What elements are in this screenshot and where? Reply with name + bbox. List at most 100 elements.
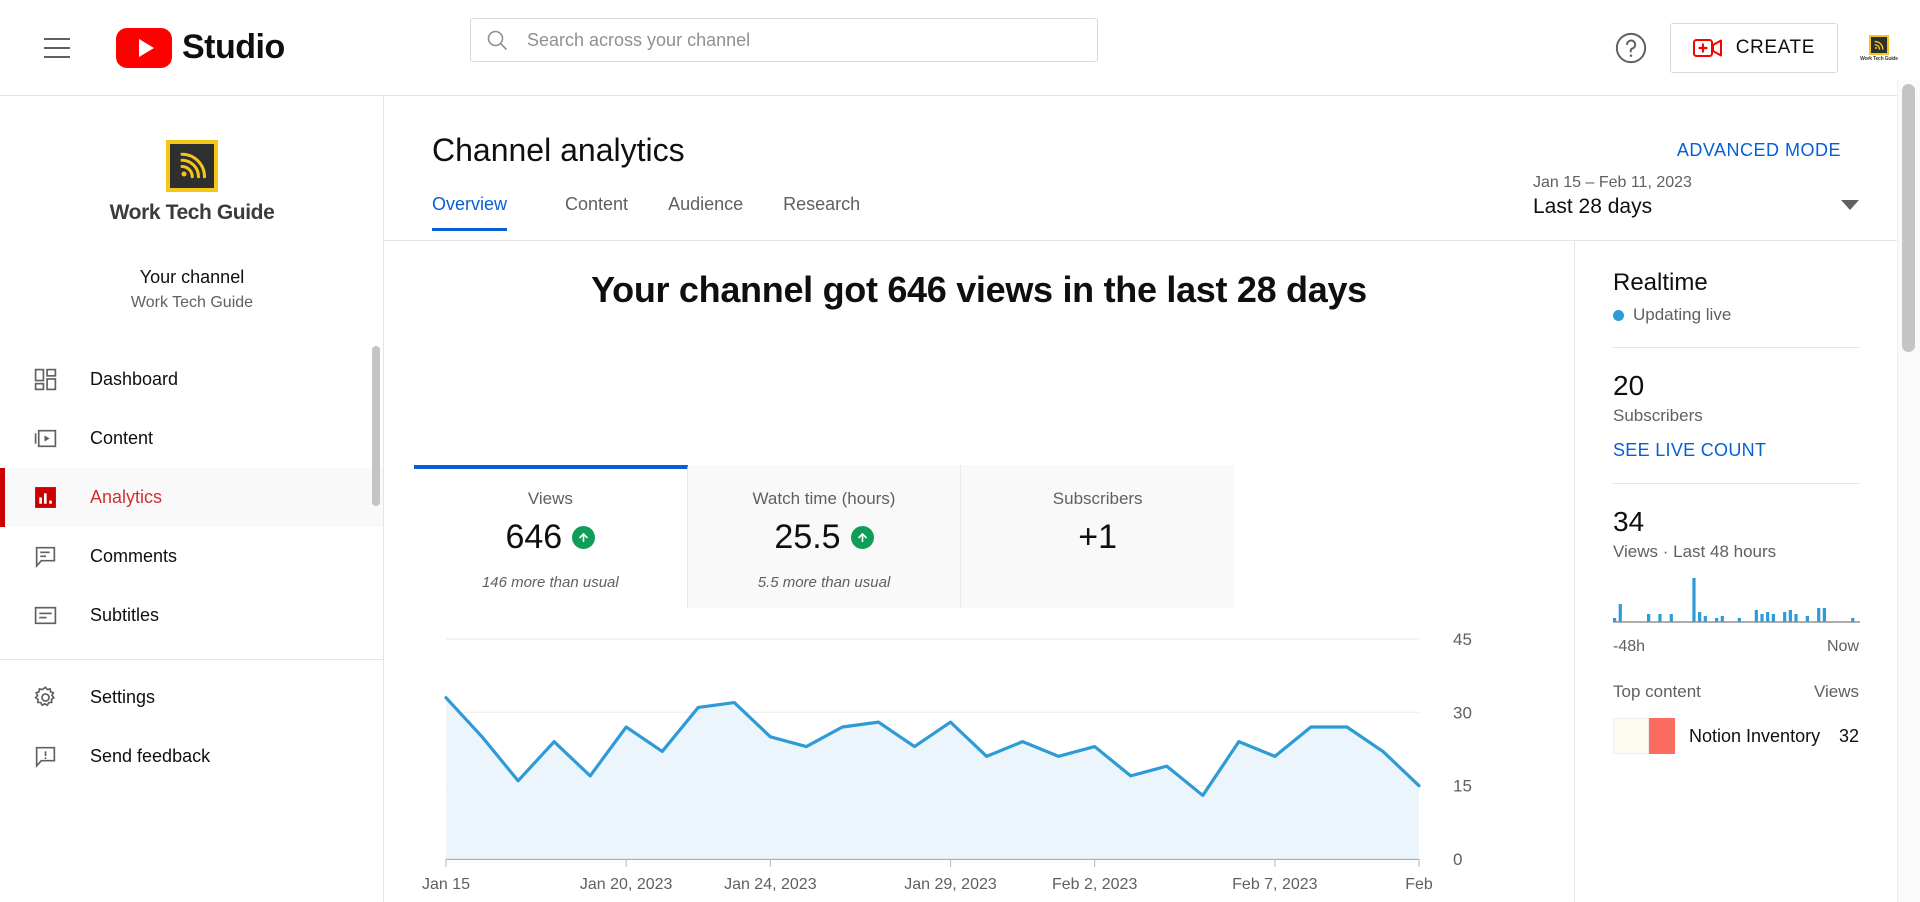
sidebar-item-subtitles[interactable]: Subtitles bbox=[0, 586, 383, 645]
top-bar-actions: CREATE Work Tech Guide bbox=[1614, 0, 1898, 96]
search-container bbox=[470, 18, 1098, 62]
metric-label: Subscribers bbox=[1052, 489, 1143, 508]
svg-text:Jan 24, 2023: Jan 24, 2023 bbox=[724, 876, 817, 893]
divider bbox=[1613, 483, 1859, 484]
video-plus-icon bbox=[1692, 39, 1722, 57]
trend-up-icon bbox=[850, 526, 874, 549]
sidebar-divider bbox=[0, 659, 383, 660]
sidebar: Work Tech Guide Your channel Work Tech G… bbox=[0, 96, 384, 902]
top-content-header: Top content Views bbox=[1613, 682, 1859, 702]
youtube-play-icon bbox=[116, 27, 172, 68]
headline: Your channel got 646 views in the last 2… bbox=[591, 269, 1367, 310]
realtime-views-label: Views · Last 48 hours bbox=[1613, 542, 1777, 561]
search-box[interactable] bbox=[470, 18, 1098, 62]
sidebar-item-label: Content bbox=[90, 428, 154, 448]
tab-content[interactable]: Content bbox=[545, 194, 648, 231]
main-content: Channel analytics ADVANCED MODE Jan 15 –… bbox=[384, 96, 1897, 902]
svg-text:30: 30 bbox=[1453, 703, 1472, 722]
tab-research[interactable]: Research bbox=[763, 194, 880, 231]
svg-text:Feb: Feb bbox=[1405, 876, 1433, 893]
video-views: 32 bbox=[1838, 725, 1859, 746]
create-button[interactable]: CREATE bbox=[1669, 23, 1838, 73]
top-content-label: Top content bbox=[1613, 682, 1701, 701]
live-dot-icon bbox=[1613, 309, 1624, 321]
channel-avatar-icon bbox=[166, 140, 218, 192]
realtime-subscriber-label: Subscribers bbox=[1613, 406, 1703, 425]
tab-audience[interactable]: Audience bbox=[648, 194, 763, 231]
svg-text:Feb 7, 2023: Feb 7, 2023 bbox=[1232, 876, 1318, 893]
svg-text:15: 15 bbox=[1453, 777, 1472, 796]
metric-value: 25.5 bbox=[774, 518, 841, 556]
subtitles-icon bbox=[30, 601, 60, 631]
sidebar-item-content[interactable]: Content bbox=[0, 409, 383, 468]
see-live-count-link[interactable]: SEE LIVE COUNT bbox=[1613, 440, 1859, 461]
svg-text:Feb 2, 2023: Feb 2, 2023 bbox=[1052, 876, 1138, 893]
top-content-row[interactable]: Notion Inventory M 32 bbox=[1613, 718, 1859, 754]
realtime-views-count: 34 bbox=[1613, 506, 1645, 537]
metric-card-views[interactable]: Views 646 146 more than usual bbox=[414, 465, 688, 608]
content-video-icon bbox=[30, 424, 60, 454]
overview-panel: Your channel got 646 views in the last 2… bbox=[384, 241, 1574, 902]
metric-cards: Views 646 146 more than usual Watch time… bbox=[414, 465, 1235, 608]
avatar-name: Work Tech Guide bbox=[1860, 55, 1898, 62]
metric-value-row: 646 bbox=[505, 518, 596, 557]
sidebar-item-label: Analytics bbox=[90, 487, 163, 507]
search-input[interactable] bbox=[527, 29, 1083, 51]
create-button-label: CREATE bbox=[1735, 37, 1815, 58]
sidebar-item-label: Settings bbox=[90, 687, 156, 707]
svg-text:Jan 20, 2023: Jan 20, 2023 bbox=[580, 876, 673, 893]
sidebar-scrollbar[interactable] bbox=[372, 346, 380, 506]
hamburger-menu-icon[interactable] bbox=[34, 25, 80, 71]
brand-label: Studio bbox=[182, 28, 285, 66]
sidebar-item-comments[interactable]: Comments bbox=[0, 527, 383, 586]
sidebar-item-dashboard[interactable]: Dashboard bbox=[0, 350, 383, 409]
metric-card-watch-time[interactable]: Watch time (hours) 25.5 5.5 more than us… bbox=[687, 465, 962, 608]
sparkline-axis-labels: -48h Now bbox=[1613, 638, 1859, 656]
chevron-down-icon bbox=[1841, 200, 1859, 210]
sidebar-item-label: Send feedback bbox=[90, 746, 211, 766]
svg-text:0: 0 bbox=[1453, 850, 1462, 869]
realtime-sparkline[interactable]: -48h Now bbox=[1613, 574, 1860, 656]
metric-note: 5.5 more than usual bbox=[757, 574, 891, 591]
sidebar-nav: Dashboard Content Analytics Comments Sub… bbox=[0, 350, 383, 786]
search-icon bbox=[487, 30, 508, 51]
advanced-mode-link[interactable]: ADVANCED MODE bbox=[1677, 140, 1841, 161]
analytics-tabs: Overview Content Audience Research bbox=[432, 194, 880, 231]
svg-text:Jan 29, 2023: Jan 29, 2023 bbox=[904, 876, 997, 893]
sparkline-start-label: -48h bbox=[1613, 638, 1646, 655]
metric-label: Views bbox=[527, 489, 573, 508]
video-thumbnail bbox=[1613, 718, 1675, 754]
svg-text:45: 45 bbox=[1453, 631, 1472, 649]
sidebar-item-label: Dashboard bbox=[90, 369, 179, 389]
sidebar-item-label: Comments bbox=[90, 546, 178, 566]
studio-logo[interactable]: Studio bbox=[116, 27, 285, 68]
channel-name-label: Work Tech Guide bbox=[130, 294, 254, 311]
your-channel-label: Your channel bbox=[139, 267, 245, 287]
gear-icon bbox=[30, 683, 60, 713]
sidebar-item-settings[interactable]: Settings bbox=[0, 668, 383, 727]
sidebar-item-label: Subtitles bbox=[90, 605, 160, 625]
svg-text:Jan 15: Jan 15 bbox=[422, 876, 470, 893]
help-circle-icon[interactable] bbox=[1614, 31, 1648, 65]
comment-icon bbox=[30, 542, 60, 572]
sidebar-item-send-feedback[interactable]: Send feedback bbox=[0, 727, 383, 786]
metric-card-subscribers[interactable]: Subscribers +1 bbox=[961, 465, 1235, 608]
metric-label: Watch time (hours) bbox=[752, 489, 896, 508]
page-scrollbar-thumb[interactable] bbox=[1902, 84, 1915, 352]
sparkline-end-label: Now bbox=[1826, 638, 1859, 655]
divider bbox=[1613, 347, 1859, 348]
top-bar: Studio C bbox=[0, 0, 1920, 96]
realtime-status: Updating live bbox=[1613, 305, 1859, 325]
metric-value-row: 25.5 bbox=[774, 518, 874, 557]
video-title: Notion Inventory M bbox=[1689, 725, 1825, 746]
account-avatar[interactable]: Work Tech Guide bbox=[1860, 29, 1898, 67]
realtime-status-label: Updating live bbox=[1633, 305, 1732, 324]
channel-logo-name: Work Tech Guide bbox=[109, 201, 275, 224]
date-range-selector[interactable]: Jan 15 – Feb 11, 2023 Last 28 days bbox=[1533, 174, 1873, 234]
date-range-dates: Jan 15 – Feb 11, 2023 bbox=[1533, 174, 1692, 191]
tab-overview[interactable]: Overview bbox=[432, 194, 527, 231]
realtime-subscriber-count: 20 bbox=[1613, 370, 1645, 401]
analytics-bar-icon bbox=[30, 483, 60, 513]
sidebar-item-analytics[interactable]: Analytics bbox=[0, 468, 383, 527]
views-line-chart[interactable]: 0 15 30 45 Jan 15 Jan 20, 2023 Jan 24, 2023 Jan… bbox=[414, 630, 1544, 901]
